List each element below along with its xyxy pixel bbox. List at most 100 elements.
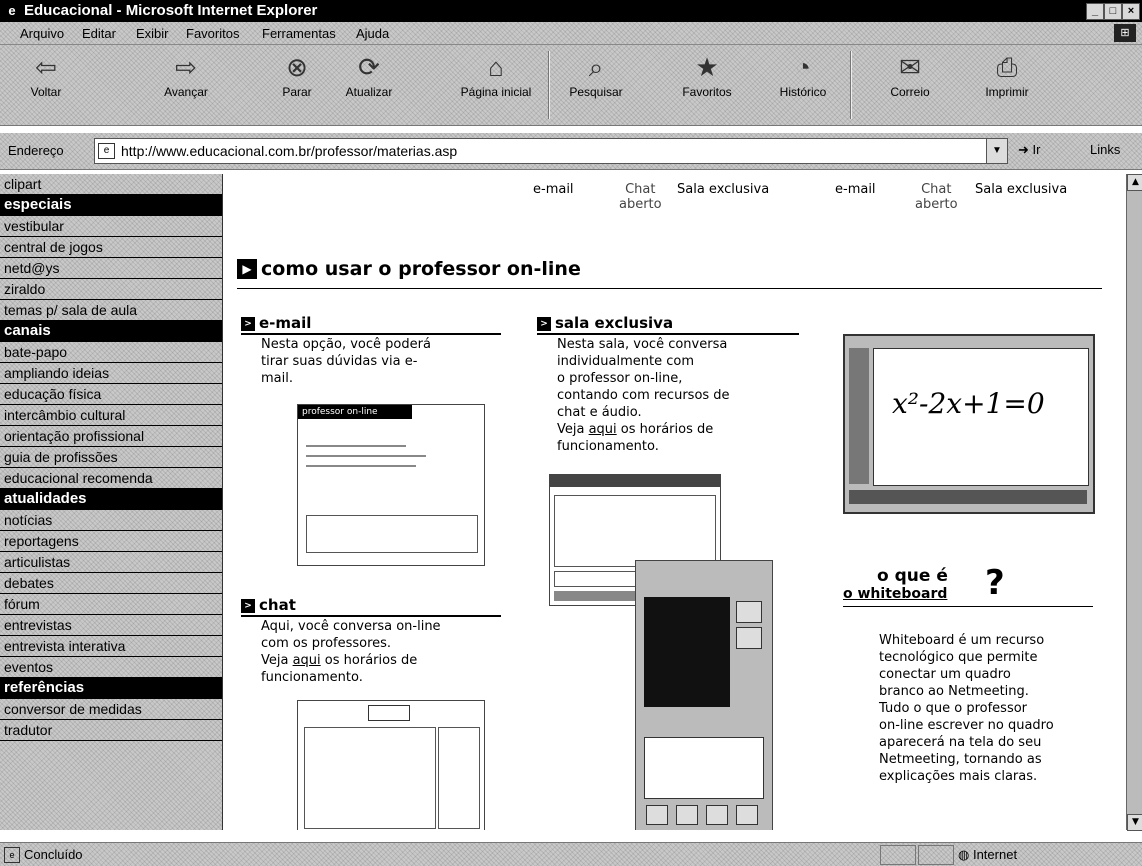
refresh-icon: ⟳ [358,52,380,82]
vertical-scrollbar[interactable]: ▲ ▼ [1126,174,1142,831]
maximize-button[interactable]: □ [1104,3,1122,20]
status-bar: e Concluído ◍ Internet [0,842,1142,866]
close-button[interactable]: × [1122,3,1140,20]
whiteboard-screenshot: x²-2x+1=0 [843,334,1095,514]
top-link-sala[interactable]: Sala exclusiva [677,182,769,197]
address-label: Endereço [8,143,64,158]
top-link-chat-2[interactable]: Chat aberto [915,182,958,212]
sidebar-item[interactable]: notícias [0,510,222,531]
stop-icon: ⊗ [286,52,308,82]
question-mark-icon: ? [985,563,1005,603]
scroll-up-icon[interactable]: ▲ [1127,174,1142,191]
menu-ferramentas[interactable]: Ferramentas [262,26,336,41]
main-content: e-mail Chat aberto Sala exclusiva e-mail… [223,174,1126,830]
sidebar-item[interactable]: temas p/ sala de aula [0,300,222,321]
sidebar-item[interactable]: entrevista interativa [0,636,222,657]
sidebar-item[interactable]: debates [0,573,222,594]
sidebar-item[interactable]: central de jogos [0,237,222,258]
menu-ajuda[interactable]: Ajuda [356,26,389,41]
sidebar-item[interactable]: conversor de medidas [0,699,222,720]
mail-icon: ✉ [899,52,921,82]
chevron-down-icon[interactable]: ▼ [986,139,1007,163]
top-link-email-2[interactable]: e-mail [835,182,876,197]
arrow-box-icon: > [537,316,551,331]
toolbar: ⇦ Voltar ⇨ Avançar ⊗ Parar ⟳ Atualizar ⌂… [0,45,1142,126]
menu-favoritos[interactable]: Favoritos [186,26,239,41]
chat-schedule-link[interactable]: aqui [293,653,321,668]
sidebar: clipart especiais vestibular central de jog… [0,174,223,830]
address-bar: Endereço e http://www.educacional.com.br… [0,133,1142,170]
minimize-button[interactable]: _ [1086,3,1104,20]
top-link-sala-2[interactable]: Sala exclusiva [975,182,1067,197]
links-button[interactable]: Links [1090,142,1120,157]
favorites-button[interactable]: ★ Favoritos [672,51,742,99]
sidebar-item[interactable]: educacional recomenda [0,468,222,489]
status-pane [918,845,954,865]
address-input[interactable]: e http://www.educacional.com.br/professo… [94,138,1008,164]
menu-bar: Arquivo Editar Exibir Favoritos Ferramen… [0,22,1142,45]
sidebar-section-header: atualidades [0,489,222,510]
sala-heading: > sala exclusiva [537,314,799,335]
back-arrow-icon: ⇦ [35,52,57,82]
top-link-chat[interactable]: Chat aberto [619,182,662,212]
sidebar-section-header: especiais [0,195,222,216]
whiteboard-description: Whiteboard é um recurso tecnológico que … [879,633,1054,784]
window-title: Educacional - Microsoft Internet Explore… [24,2,318,19]
sidebar-item[interactable]: guia de profissões [0,447,222,468]
scroll-down-icon[interactable]: ▼ [1127,814,1142,831]
page-icon: e [98,143,115,159]
favorites-icon: ★ [695,52,719,82]
menu-arquivo[interactable]: Arquivo [20,26,64,41]
menu-exibir[interactable]: Exibir [136,26,169,41]
sidebar-section-header: canais [0,321,222,342]
sidebar-item[interactable]: reportagens [0,531,222,552]
page-done-icon: e [4,847,20,863]
stop-button[interactable]: ⊗ Parar [272,51,322,99]
sidebar-item[interactable]: tradutor [0,720,222,741]
sala-description: Nesta sala, você conversa individualment… [557,337,730,454]
sidebar-item[interactable]: intercâmbio cultural [0,405,222,426]
home-icon: ⌂ [488,52,504,82]
history-button[interactable]: ◔ Histórico [768,51,838,99]
sala-audio-screenshot [635,560,773,830]
sidebar-item[interactable]: orientação profissional [0,426,222,447]
sidebar-item[interactable]: ziraldo [0,279,222,300]
sala-schedule-link[interactable]: aqui [589,422,617,437]
print-button[interactable]: ⎙ Imprimir [972,51,1042,99]
sidebar-item[interactable]: bate-papo [0,342,222,363]
chat-description: Aqui, você conversa on-line com os profe… [261,619,441,685]
sidebar-item[interactable]: vestibular [0,216,222,237]
title-bar: e Educacional - Microsoft Internet Explo… [0,0,1142,22]
forward-arrow-icon: ⇨ [175,52,197,82]
refresh-button[interactable]: ⟳ Atualizar [334,51,404,99]
sidebar-item[interactable]: eventos [0,657,222,678]
section-title: ▶ como usar o professor on-line [237,258,1102,289]
sidebar-item[interactable]: ampliando ideias [0,363,222,384]
search-icon: ⌕ [588,52,604,82]
sidebar-item[interactable]: netd@ys [0,258,222,279]
chat-heading: > chat [241,596,501,617]
email-heading: > e-mail [241,314,501,335]
arrow-box-icon: > [241,316,255,331]
sidebar-item[interactable]: fórum [0,594,222,615]
arrow-box-icon: > [241,598,255,613]
windows-logo-icon: ⊞ [1114,24,1136,42]
back-button[interactable]: ⇦ Voltar [26,51,66,99]
sidebar-item[interactable]: educação física [0,384,222,405]
forward-button[interactable]: ⇨ Avançar [146,51,226,99]
toolbar-separator [548,51,550,119]
sidebar-item[interactable]: clipart [0,174,222,195]
history-icon: ◔ [795,52,811,82]
home-button[interactable]: ⌂ Página inicial [448,51,544,99]
top-link-email[interactable]: e-mail [533,182,574,197]
status-text: Concluído [24,847,83,862]
mail-button[interactable]: ✉ Correio [880,51,940,99]
search-button[interactable]: ⌕ Pesquisar [556,51,636,99]
toolbar-separator [850,51,852,119]
go-button[interactable]: ➜ Ir [1018,142,1040,158]
address-url: http://www.educacional.com.br/professor/… [121,143,458,159]
sidebar-item[interactable]: entrevistas [0,615,222,636]
sidebar-item[interactable]: articulistas [0,552,222,573]
zone-indicator: ◍ Internet [958,847,1018,862]
menu-editar[interactable]: Editar [82,26,116,41]
